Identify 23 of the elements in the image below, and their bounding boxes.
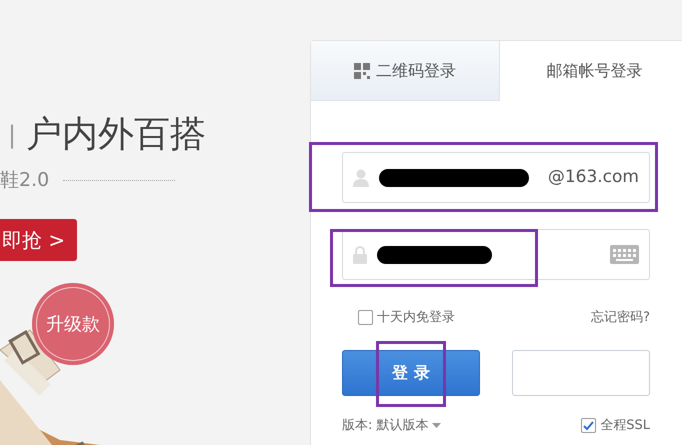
caret-icon[interactable]	[432, 422, 441, 428]
keyboard-icon[interactable]	[610, 245, 639, 264]
login-button[interactable]: 登 录	[342, 350, 480, 396]
lock-icon	[353, 246, 367, 264]
separator-mark: |	[8, 120, 16, 151]
qr-code-icon	[354, 62, 370, 78]
buy-now-button[interactable]: 即抢 >	[0, 218, 78, 260]
ssl-label: 全程SSL	[600, 416, 650, 434]
forgot-password-link[interactable]: 忘记密码?	[591, 308, 650, 328]
username-field[interactable]: @163.com	[342, 152, 650, 203]
remember-label: 十天内免登录	[377, 309, 455, 327]
login-tab[interactable]: 二维码登录	[311, 41, 500, 101]
version-selector[interactable]: 版本: 默认版本	[342, 416, 429, 435]
checkbox[interactable]	[581, 418, 596, 433]
upgrade-badge: 升级款	[32, 283, 114, 365]
banner-subtitle: 鞋2.0	[0, 168, 50, 193]
banner-title: 户内外百搭	[26, 113, 206, 157]
password-field[interactable]	[342, 229, 650, 280]
secondary-button[interactable]	[512, 350, 650, 396]
user-icon	[353, 168, 369, 186]
highlight-frame	[376, 341, 446, 407]
email-domain: @163.com	[548, 166, 639, 189]
checkbox[interactable]	[358, 310, 373, 326]
